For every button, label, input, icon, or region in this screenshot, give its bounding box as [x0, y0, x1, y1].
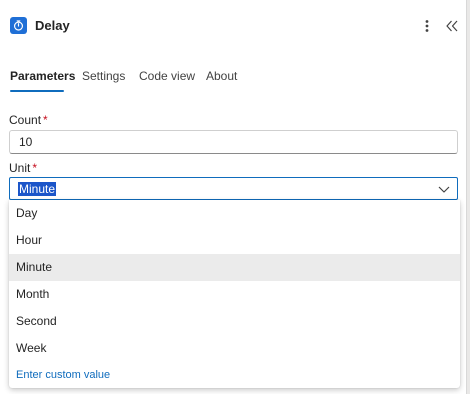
unit-dropdown[interactable]: Minute	[9, 177, 458, 200]
enter-custom-value-option[interactable]: Enter custom value	[9, 362, 460, 389]
unit-option-hour[interactable]: Hour	[9, 227, 460, 254]
unit-required-mark: *	[32, 161, 38, 175]
unit-label-text: Unit	[9, 161, 31, 175]
timer-icon	[10, 17, 27, 34]
unit-label: Unit *	[9, 161, 37, 175]
unit-option-second[interactable]: Second	[9, 308, 460, 335]
unit-option-day[interactable]: Day	[9, 200, 460, 227]
tab-code-view[interactable]: Code view	[139, 69, 195, 83]
double-chevron-left-icon	[446, 20, 458, 32]
unit-option-minute[interactable]: Minute	[9, 254, 460, 281]
count-label-text: Count	[9, 113, 42, 127]
more-options-button[interactable]	[420, 16, 434, 36]
panel-title: Delay	[35, 18, 70, 33]
unit-option-month[interactable]: Month	[9, 281, 460, 308]
tab-parameters[interactable]: Parameters	[10, 69, 75, 83]
count-required-mark: *	[43, 113, 48, 127]
active-tab-indicator	[10, 90, 64, 92]
unit-options-list: Day Hour Minute Month Second Week Enter …	[9, 200, 460, 388]
panel-header: Delay	[0, 0, 467, 52]
delay-action-panel: Delay Parameters Settings Code view Abou…	[0, 0, 467, 394]
unit-selected-value: Minute	[18, 182, 57, 196]
unit-option-week[interactable]: Week	[9, 335, 460, 362]
count-label: Count *	[9, 113, 48, 127]
collapse-panel-button[interactable]	[443, 16, 461, 36]
count-input[interactable]	[9, 130, 458, 154]
chevron-down-icon	[438, 186, 450, 193]
tab-about[interactable]: About	[206, 69, 237, 83]
tab-bar: Parameters Settings Code view About	[0, 66, 467, 96]
more-vertical-icon	[425, 20, 429, 32]
tab-settings[interactable]: Settings	[82, 69, 125, 83]
